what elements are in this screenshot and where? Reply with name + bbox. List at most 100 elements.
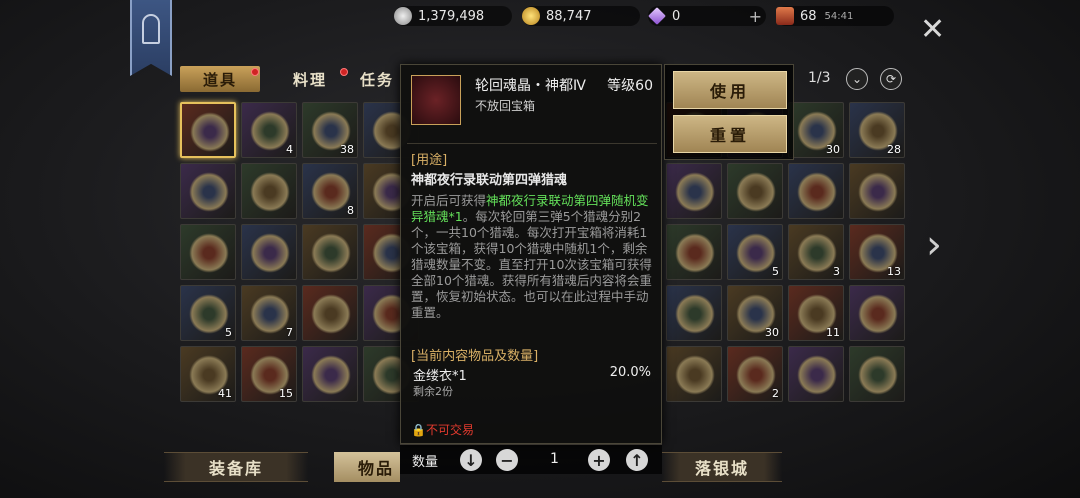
item-count: 4 <box>286 143 293 156</box>
inventory-slot[interactable] <box>180 224 236 280</box>
item-count: 5 <box>225 326 232 339</box>
inventory-screen: 1,379,498 88,747 0 + 68 54:41 ✕ 道具 料理 任务… <box>0 0 1080 498</box>
inventory-slot[interactable]: 30 <box>727 285 783 341</box>
item-count: 30 <box>765 326 779 339</box>
item-icon <box>311 172 351 212</box>
quantity-value: 1 <box>550 451 559 467</box>
item-icon <box>675 355 715 395</box>
item-icon <box>736 172 776 212</box>
inventory-slot[interactable] <box>666 346 722 402</box>
inventory-slot[interactable]: 38 <box>302 102 358 158</box>
inventory-slot[interactable] <box>180 163 236 219</box>
diamond-value: 0 <box>672 8 681 24</box>
item-count: 15 <box>279 387 293 400</box>
item-icon <box>311 355 351 395</box>
item-tooltip: 轮回魂晶・神都Ⅳ 等级60 不放回宝箱 [用途] 神都夜行录联动第四弹猎魂 开启… <box>400 64 662 444</box>
quantity-min-button[interactable]: ↓ <box>460 449 482 471</box>
close-icon[interactable]: ✕ <box>920 15 945 45</box>
inventory-slot[interactable]: 15 <box>241 346 297 402</box>
inventory-slot[interactable]: 7 <box>241 285 297 341</box>
item-icon <box>189 294 229 334</box>
content-item-name: 金缕衣*1 <box>413 369 467 384</box>
inventory-slot[interactable] <box>302 224 358 280</box>
quantity-label: 数量 <box>412 455 439 470</box>
inventory-slot[interactable]: 8 <box>302 163 358 219</box>
inventory-slot[interactable]: 41 <box>180 346 236 402</box>
inventory-slot[interactable] <box>788 163 844 219</box>
inventory-slot[interactable]: 11 <box>788 285 844 341</box>
gold-value: 88,747 <box>546 8 592 24</box>
inventory-slot[interactable] <box>241 224 297 280</box>
inventory-slot[interactable]: 28 <box>849 102 905 158</box>
tab-luoyin-city[interactable]: 落银城 <box>662 452 782 482</box>
tab-items[interactable]: 道具 <box>180 66 260 92</box>
item-type: 不放回宝箱 <box>475 99 536 113</box>
inventory-slot[interactable] <box>849 346 905 402</box>
inventory-slot[interactable] <box>666 224 722 280</box>
action-panel: 使用 重置 <box>664 64 794 160</box>
inventory-slot[interactable] <box>849 163 905 219</box>
soul-crystal-icon <box>411 75 461 125</box>
refresh-icon[interactable]: ⟳ <box>880 68 902 90</box>
inventory-slot[interactable]: 13 <box>849 224 905 280</box>
silver-currency: 1,379,498 <box>394 6 512 26</box>
usage-title: 神都夜行录联动第四弹猎魂 <box>411 173 568 188</box>
item-icon <box>250 233 290 273</box>
item-count: 3 <box>833 265 840 278</box>
energy-value: 68 <box>800 8 817 24</box>
reset-button[interactable]: 重置 <box>673 115 787 153</box>
inventory-slot[interactable] <box>849 285 905 341</box>
tab-quest-label: 任务 <box>360 70 395 89</box>
quantity-max-button[interactable]: ↑ <box>626 449 648 471</box>
tab-cooking[interactable]: 料理 <box>270 66 350 92</box>
inventory-slot[interactable]: 5 <box>180 285 236 341</box>
inventory-slot[interactable] <box>666 163 722 219</box>
inventory-slot[interactable] <box>302 285 358 341</box>
tab-cooking-label: 料理 <box>292 70 327 89</box>
page-dropdown-icon[interactable]: ⌄ <box>846 68 868 90</box>
desc-pre: 开启后可获得 <box>411 193 487 208</box>
item-icon <box>190 112 230 152</box>
inventory-slot[interactable] <box>180 102 236 158</box>
item-count: 13 <box>887 265 901 278</box>
tab-equipment-vault[interactable]: 装备库 <box>164 452 308 482</box>
item-level: 等级60 <box>607 78 653 94</box>
item-count: 30 <box>826 143 840 156</box>
inventory-slot[interactable]: 2 <box>727 346 783 402</box>
inventory-slot[interactable]: 30 <box>788 102 844 158</box>
use-button[interactable]: 使用 <box>673 71 787 109</box>
no-trade-text: 不可交易 <box>425 423 474 437</box>
guild-banner[interactable] <box>130 0 172 76</box>
inventory-slot[interactable] <box>241 163 297 219</box>
usage-header: [用途] <box>411 153 448 168</box>
diamond-icon <box>648 7 666 25</box>
item-count: 41 <box>218 387 232 400</box>
item-icon <box>250 172 290 212</box>
silver-value: 1,379,498 <box>418 8 485 24</box>
energy-timer: 54:41 <box>824 10 854 22</box>
silver-coin-icon <box>394 7 412 25</box>
diamond-currency[interactable]: 0 + <box>648 6 766 26</box>
inventory-slot[interactable] <box>302 346 358 402</box>
inventory-slot[interactable]: 4 <box>241 102 297 158</box>
next-page-arrow-icon[interactable]: › <box>926 222 942 268</box>
gold-currency: 88,747 <box>522 6 640 26</box>
item-icon <box>250 111 290 151</box>
inventory-slot[interactable]: 5 <box>727 224 783 280</box>
item-icon <box>189 233 229 273</box>
item-count: 38 <box>340 143 354 156</box>
inventory-slot[interactable] <box>727 163 783 219</box>
inventory-slot[interactable] <box>788 346 844 402</box>
item-count: 2 <box>772 387 779 400</box>
energy-currency: 68 54:41 <box>776 6 894 26</box>
quantity-increase-button[interactable]: + <box>588 449 610 471</box>
add-diamond-icon[interactable]: + <box>749 7 762 26</box>
quantity-decrease-button[interactable]: − <box>496 449 518 471</box>
content-item-remaining: 剩余2份 <box>413 385 453 398</box>
inventory-slot[interactable]: 3 <box>788 224 844 280</box>
inventory-slot[interactable] <box>666 285 722 341</box>
tab-items-bottom[interactable]: 物品 <box>334 452 400 482</box>
item-icon <box>797 233 837 273</box>
tab-quest[interactable]: 任务 <box>360 66 400 92</box>
tab-cooking-badge <box>340 68 348 76</box>
